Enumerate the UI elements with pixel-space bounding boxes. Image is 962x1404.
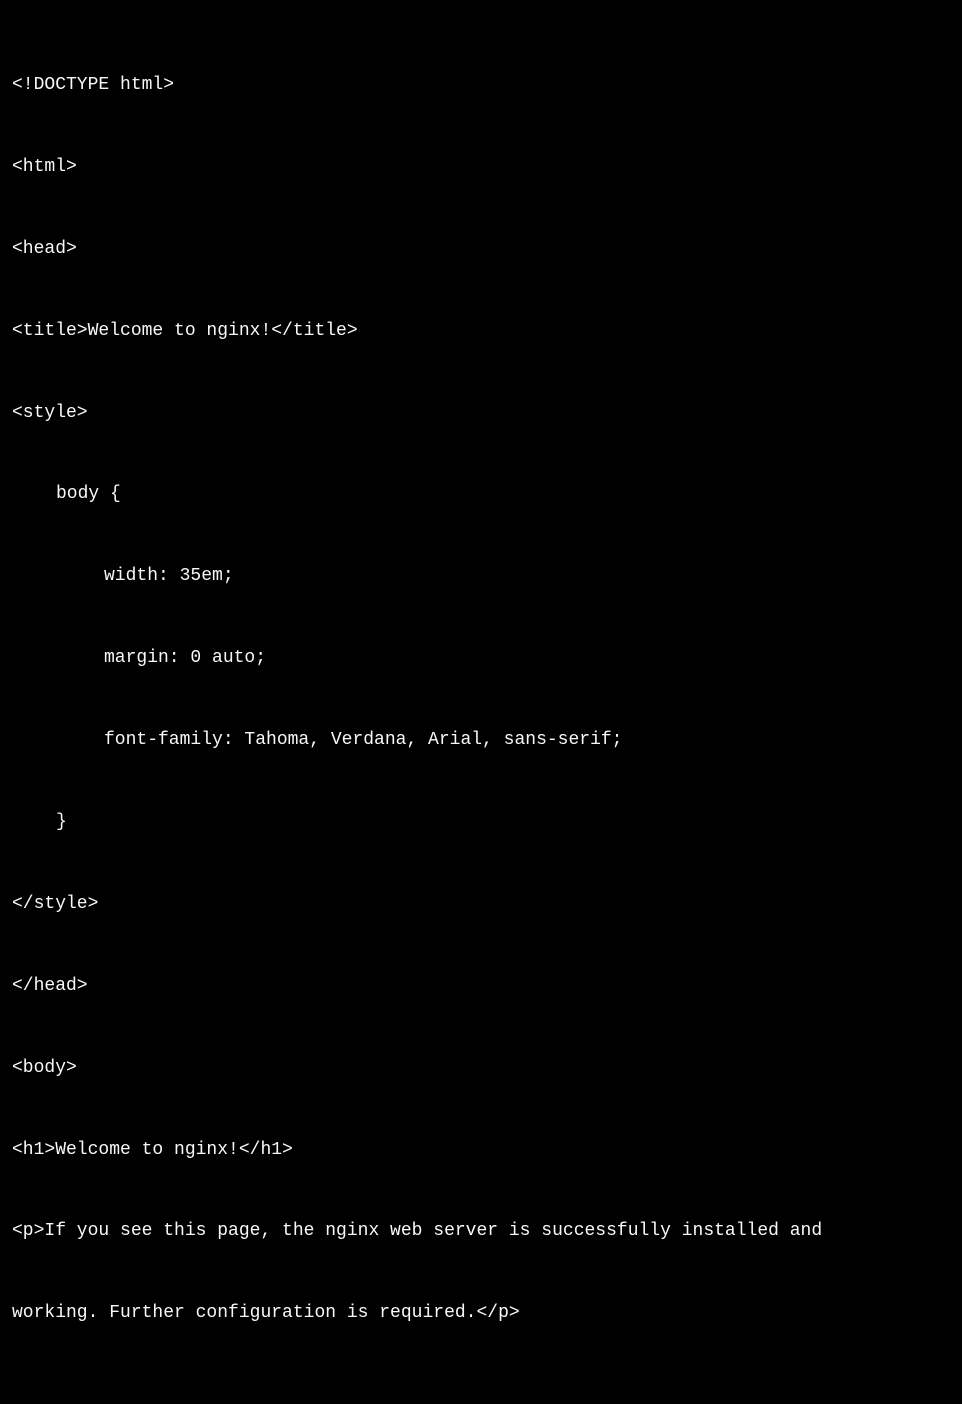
code-line-16: working. Further configuration is requir… [4, 1300, 958, 1328]
code-line-7: width: 35em; [4, 563, 958, 591]
code-line-8: margin: 0 auto; [4, 645, 958, 673]
code-line-11: </style> [4, 891, 958, 919]
code-line-14: <h1>Welcome to nginx!</h1> [4, 1137, 958, 1165]
code-line-10: } [4, 809, 958, 837]
code-line-1: <!DOCTYPE html> [4, 72, 958, 100]
code-line-15: <p>If you see this page, the nginx web s… [4, 1218, 958, 1246]
code-line-3: <head> [4, 236, 958, 264]
code-line-12: </head> [4, 973, 958, 1001]
code-line-6: body { [4, 481, 958, 509]
code-line-13: <body> [4, 1055, 958, 1083]
code-viewer: <!DOCTYPE html> <html> <head> <title>Wel… [0, 10, 962, 692]
code-line-9: font-family: Tahoma, Verdana, Arial, san… [4, 727, 958, 755]
code-line-5: <style> [4, 400, 958, 428]
code-line-2: <html> [4, 154, 958, 182]
code-line-4: <title>Welcome to nginx!</title> [4, 318, 958, 346]
